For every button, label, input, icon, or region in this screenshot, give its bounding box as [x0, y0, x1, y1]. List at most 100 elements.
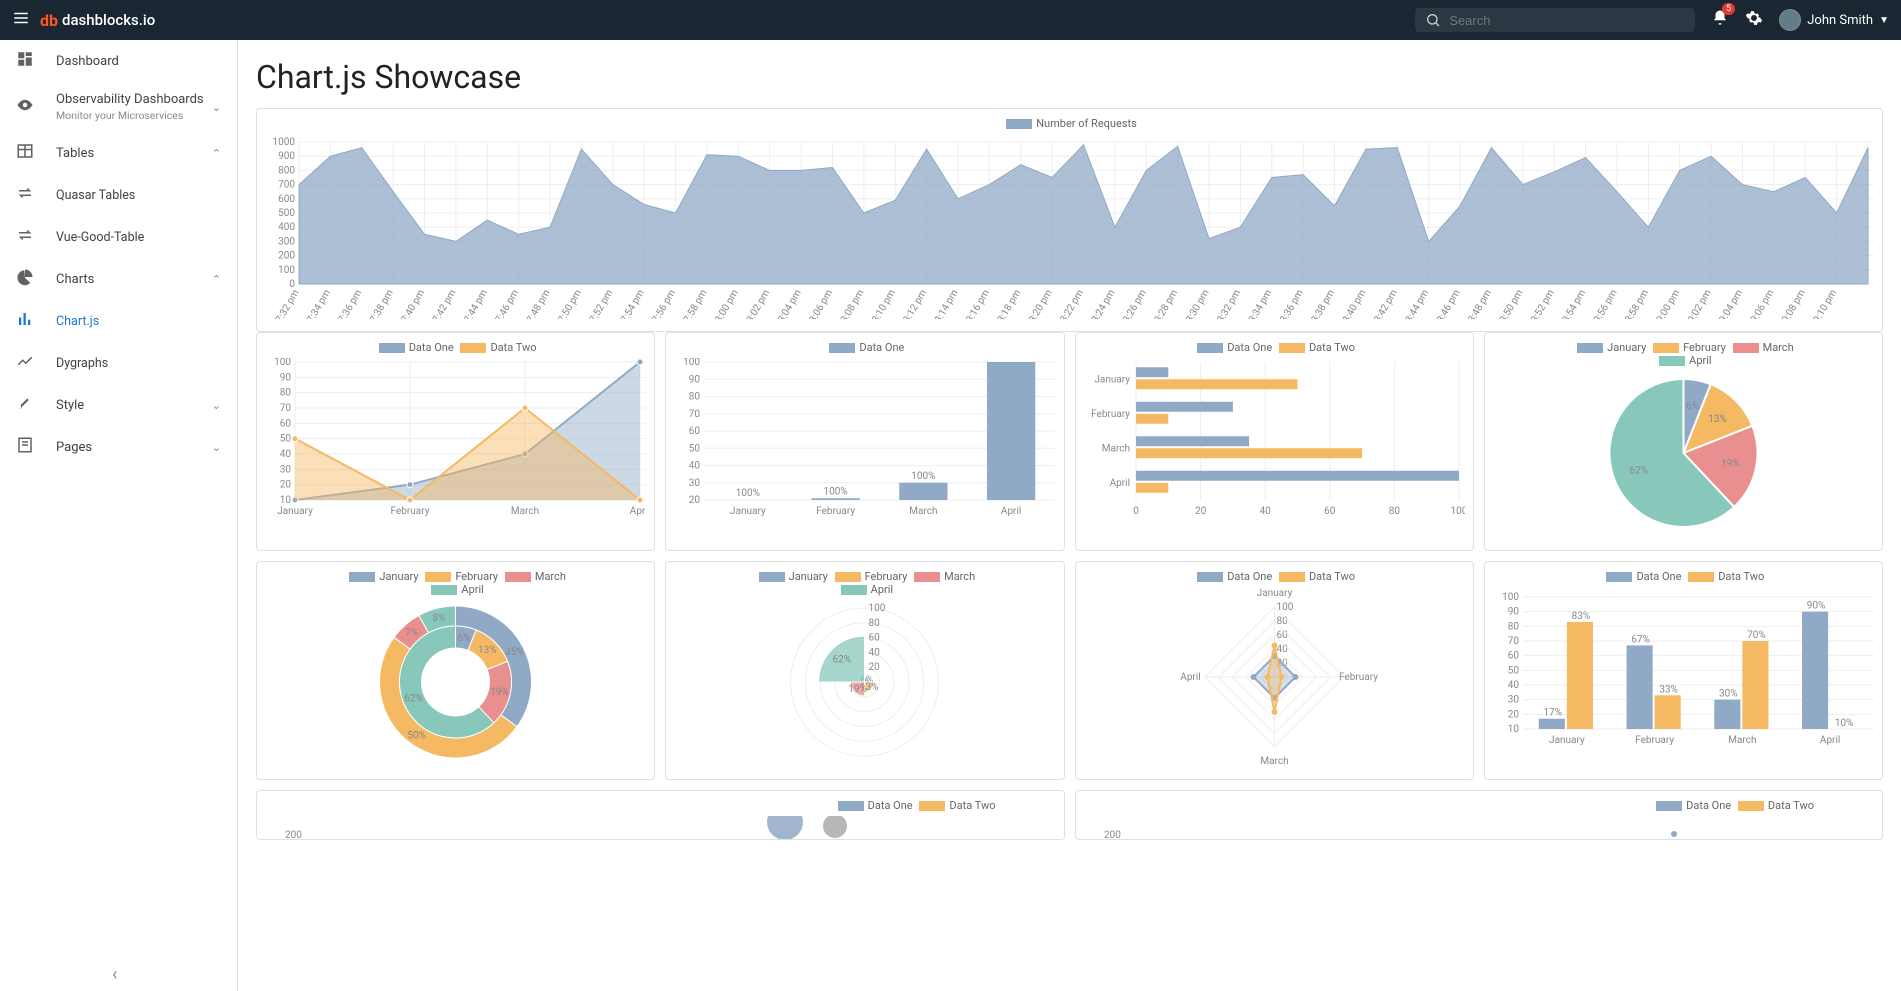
svg-text:40: 40	[1508, 680, 1520, 691]
svg-text:100%: 100%	[999, 358, 1023, 361]
menu-icon[interactable]	[12, 9, 30, 31]
sidebar-item-charts[interactable]: Charts ⌃	[0, 258, 237, 300]
svg-text:2:58:32 pm: 2:58:32 pm	[1209, 288, 1244, 319]
svg-text:2:58:20 pm: 2:58:20 pm	[1020, 288, 1055, 319]
chevron-up-icon: ⌃	[212, 273, 221, 286]
svg-text:January: January	[1256, 588, 1292, 599]
svg-text:100%: 100%	[736, 488, 760, 499]
chart-bubble: Data One Data Two 200	[256, 790, 1065, 840]
svg-text:January: January	[277, 506, 313, 517]
sidebar-item-label: Observability Dashboards	[56, 92, 212, 107]
bubble-chart: 200	[265, 816, 1056, 840]
search-input[interactable]	[1449, 13, 1685, 28]
pie-icon	[16, 268, 36, 290]
svg-text:35%: 35%	[505, 647, 524, 658]
svg-text:20: 20	[1508, 709, 1520, 720]
svg-text:50: 50	[1508, 665, 1520, 676]
svg-text:30: 30	[280, 464, 292, 475]
svg-text:10: 10	[1508, 724, 1520, 735]
polar-area-chart: 204060801006%13%19%62%	[674, 600, 1055, 765]
eye-icon	[16, 96, 36, 118]
svg-text:600: 600	[278, 194, 295, 205]
sidebar-item-label: Style	[56, 398, 84, 413]
svg-text:2:58:18 pm: 2:58:18 pm	[989, 288, 1024, 319]
line-chart: 102030405060708090100JanuaryFebruaryMarc…	[265, 358, 646, 538]
svg-text:2:58:50 pm: 2:58:50 pm	[1491, 288, 1526, 319]
svg-text:8%: 8%	[433, 613, 446, 624]
sidebar-item-dashboard[interactable]: Dashboard	[0, 40, 237, 82]
svg-text:February: February	[1091, 409, 1130, 420]
bar-chart-icon	[16, 310, 36, 332]
svg-text:70: 70	[1508, 636, 1520, 647]
svg-text:2:59:08 pm: 2:59:08 pm	[1773, 288, 1808, 319]
sidebar-item-quasar-tables[interactable]: Quasar Tables	[0, 174, 237, 216]
svg-text:2:57:36 pm: 2:57:36 pm	[330, 288, 365, 319]
notifications-button[interactable]: 5	[1711, 9, 1729, 31]
sidebar-item-label: Tables	[56, 146, 94, 161]
notifications-badge: 5	[1722, 3, 1735, 15]
svg-text:January: January	[1094, 374, 1130, 385]
svg-text:100%: 100%	[824, 486, 848, 497]
svg-text:70%: 70%	[1747, 630, 1766, 641]
svg-text:90: 90	[689, 374, 701, 385]
radar-chart: 20406080100JanuaryFebruaryMarchApril	[1084, 587, 1465, 767]
sidebar-collapse-button[interactable]: ‹	[112, 964, 117, 985]
svg-text:2:58:44 pm: 2:58:44 pm	[1397, 288, 1432, 319]
grouped-bar-chart: 102030405060708090100JanuaryFebruaryMarc…	[1493, 587, 1874, 767]
svg-text:6%: 6%	[1686, 401, 1699, 412]
chevron-down-icon: ⌄	[212, 101, 221, 114]
doughnut-chart: 35%50%7%8%6%13%19%62%	[265, 600, 646, 765]
sidebar-item-sublabel: Monitor your Microservices	[56, 109, 212, 122]
svg-text:62%: 62%	[1629, 466, 1648, 477]
svg-text:500: 500	[278, 208, 295, 219]
chevron-up-icon: ⌃	[212, 147, 221, 160]
search-icon	[1425, 12, 1441, 28]
svg-text:2:58:46 pm: 2:58:46 pm	[1428, 288, 1463, 319]
search-box[interactable]	[1415, 8, 1695, 32]
svg-text:19%: 19%	[849, 684, 868, 695]
sidebar-item-chartjs[interactable]: Chart.js	[0, 300, 237, 342]
sidebar-item-style[interactable]: Style ⌄	[0, 384, 237, 426]
svg-text:100: 100	[274, 358, 291, 368]
svg-text:2:58:26 pm: 2:58:26 pm	[1114, 288, 1149, 319]
chart-bar-grouped: Data One Data Two 102030405060708090100J…	[1484, 561, 1883, 780]
svg-text:30%: 30%	[1719, 689, 1738, 700]
svg-text:0: 0	[1133, 506, 1139, 517]
svg-text:2:58:56 pm: 2:58:56 pm	[1585, 288, 1620, 319]
brand-text: dashblocks.io	[62, 11, 155, 29]
sidebar-item-vue-good-table[interactable]: Vue-Good-Table	[0, 216, 237, 258]
svg-text:62%: 62%	[404, 694, 423, 705]
user-menu[interactable]: John Smith ▼	[1779, 9, 1889, 31]
chart-polar: January February March April 20406080100…	[665, 561, 1064, 780]
svg-text:400: 400	[278, 222, 295, 233]
chart-radar: Data One Data Two 20406080100JanuaryFebr…	[1075, 561, 1474, 780]
svg-text:200: 200	[278, 251, 295, 262]
sidebar-item-pages[interactable]: Pages ⌄	[0, 426, 237, 468]
sidebar: Dashboard Observability Dashboards Monit…	[0, 40, 238, 991]
svg-text:60: 60	[280, 418, 292, 429]
svg-text:2:57:38 pm: 2:57:38 pm	[361, 288, 396, 319]
chevron-down-icon: ⌄	[212, 399, 221, 412]
svg-text:2:58:52 pm: 2:58:52 pm	[1522, 288, 1557, 319]
svg-text:2:57:50 pm: 2:57:50 pm	[550, 288, 585, 319]
svg-text:67%: 67%	[1631, 634, 1650, 645]
area-chart: 010020030040050060070080090010002:57:32 …	[265, 134, 1874, 319]
svg-text:2:58:28 pm: 2:58:28 pm	[1146, 288, 1181, 319]
svg-text:2:57:54 pm: 2:57:54 pm	[612, 288, 647, 319]
svg-text:March: March	[910, 506, 938, 517]
svg-text:80: 80	[1388, 506, 1400, 517]
svg-text:62%: 62%	[833, 654, 852, 665]
svg-text:February: February	[1635, 735, 1674, 746]
svg-text:20: 20	[280, 480, 292, 491]
svg-text:2:58:14 pm: 2:58:14 pm	[926, 288, 961, 319]
pages-icon	[16, 436, 36, 458]
svg-text:2:57:40 pm: 2:57:40 pm	[393, 288, 428, 319]
svg-text:20: 20	[1194, 506, 1206, 517]
scatter-chart: 200	[1084, 816, 1875, 840]
sidebar-item-label: Vue-Good-Table	[56, 230, 144, 245]
sidebar-item-tables[interactable]: Tables ⌃	[0, 132, 237, 174]
svg-text:2:57:34 pm: 2:57:34 pm	[299, 288, 334, 319]
sidebar-item-observability[interactable]: Observability Dashboards Monitor your Mi…	[0, 82, 237, 132]
sidebar-item-dygraphs[interactable]: Dygraphs	[0, 342, 237, 384]
settings-button[interactable]	[1745, 9, 1763, 31]
